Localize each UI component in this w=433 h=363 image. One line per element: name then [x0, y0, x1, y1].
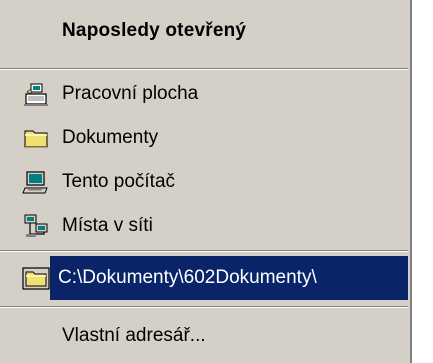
separator [0, 68, 408, 70]
menu-item-network-places[interactable]: Místa v síti [0, 204, 408, 248]
computer-icon [22, 168, 50, 196]
recent-folders-menu: Naposledy otevřený Pracovní plocha Dokum… [0, 0, 412, 363]
menu-item-label: Pracovní plocha [62, 83, 199, 104]
menu-item-my-computer[interactable]: Tento počítač [0, 160, 408, 204]
menu-item-documents[interactable]: Dokumenty [0, 116, 408, 160]
separator [0, 250, 408, 252]
background-edge [412, 0, 433, 363]
desktop-icon [22, 80, 50, 108]
network-icon [22, 212, 50, 240]
folder-icon [22, 264, 50, 292]
menu-header-title: Naposledy otevřený [62, 20, 247, 41]
separator [0, 306, 408, 308]
menu-item-label: C:\Dokumenty\602Dokumenty\ [58, 267, 317, 288]
menu-item-recent-path[interactable]: C:\Dokumenty\602Dokumenty\ [0, 256, 408, 300]
menu-item-label: Vlastní adresář... [62, 325, 206, 346]
menu-item-desktop[interactable]: Pracovní plocha [0, 72, 408, 116]
menu-item-label: Místa v síti [62, 215, 153, 236]
menu-item-label: Tento počítač [62, 171, 176, 192]
menu-item-custom-directory[interactable]: Vlastní adresář... [0, 314, 408, 358]
menu-item-label: Dokumenty [62, 127, 159, 148]
menu-header: Naposledy otevřený [0, 0, 410, 68]
folder-icon [22, 124, 50, 152]
